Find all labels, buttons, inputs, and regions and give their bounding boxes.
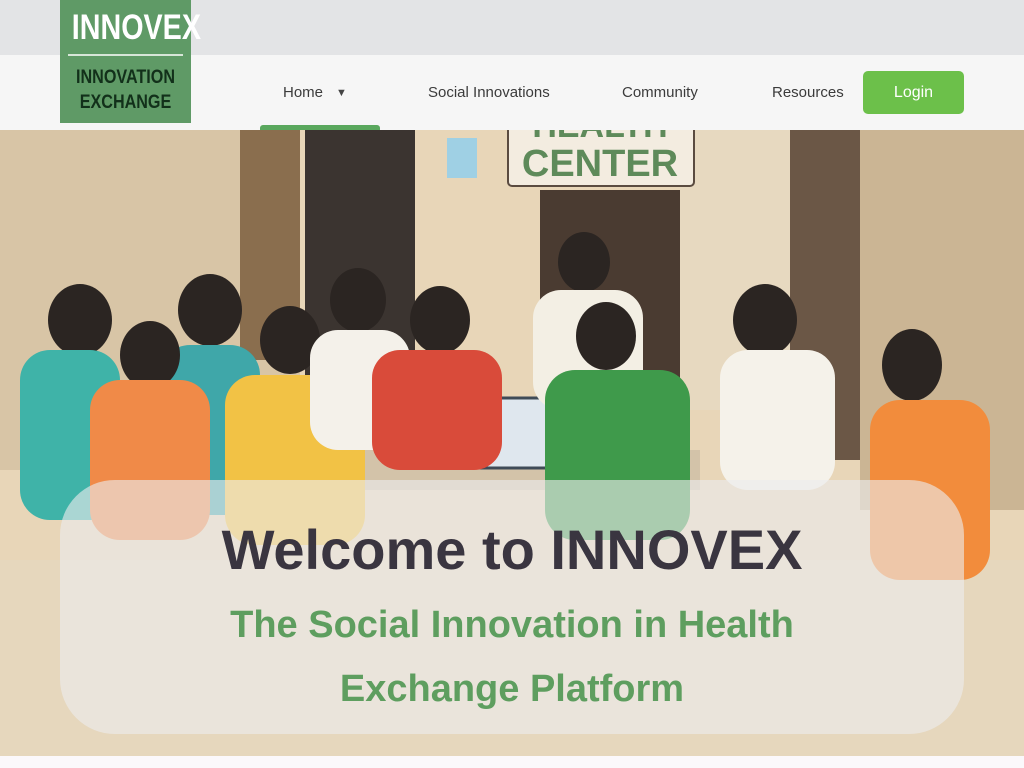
login-button[interactable]: Login (863, 71, 964, 114)
poster (447, 138, 477, 178)
nav-home[interactable]: Home ▼ (283, 55, 347, 130)
hero-card: Welcome to INNOVEX The Social Innovation… (60, 480, 964, 734)
innovex-logo[interactable]: INNOVEX INNOVATION EXCHANGE (60, 0, 201, 123)
logo-divider (68, 54, 183, 56)
health-sign-text: CENTER (522, 143, 678, 185)
logo-title: INNOVEX (71, 8, 201, 47)
logo-subtitle-line1: INNOVATION (76, 67, 175, 88)
logo-subtitle-line2: EXCHANGE (79, 92, 172, 113)
nav-resources[interactable]: Resources (772, 55, 844, 130)
hero-section: HEALTH CENTER Welcom (0, 130, 1024, 756)
nav-social-innovations[interactable]: Social Innovations (428, 55, 550, 130)
nav-home-label: Home (283, 84, 324, 101)
nav-social-innovations-label: Social Innovations (428, 84, 550, 101)
hero-subtitle: The Social Innovation in Health Exchange… (230, 604, 794, 710)
caret-down-icon[interactable]: ▼ (336, 87, 347, 99)
page-bottom-strip (0, 756, 1024, 768)
nav-community-label: Community (622, 84, 698, 101)
nav-resources-label: Resources (772, 84, 844, 101)
hero-title: Welcome to INNOVEX (221, 518, 803, 581)
nav-community[interactable]: Community (622, 55, 698, 130)
